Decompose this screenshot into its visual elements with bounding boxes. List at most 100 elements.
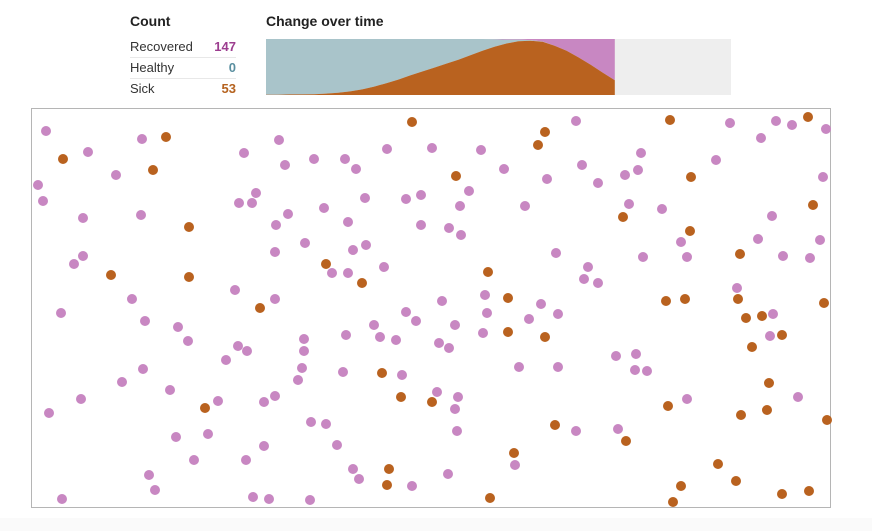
dot-recovered bbox=[805, 253, 815, 263]
dot-recovered bbox=[319, 203, 329, 213]
dot-recovered bbox=[138, 364, 148, 374]
dot-recovered bbox=[453, 392, 463, 402]
dot-recovered bbox=[111, 170, 121, 180]
dot-sick bbox=[509, 448, 519, 458]
dot-recovered bbox=[793, 392, 803, 402]
count-panel: Count Recovered 147 Healthy 0 Sick 53 bbox=[130, 12, 236, 99]
dot-recovered bbox=[127, 294, 137, 304]
dot-sick bbox=[764, 378, 774, 388]
dot-sick bbox=[731, 476, 741, 486]
simulation-area bbox=[31, 108, 832, 508]
dot-recovered bbox=[542, 174, 552, 184]
dot-sick bbox=[713, 459, 723, 469]
dot-sick bbox=[668, 497, 678, 507]
dot-sick bbox=[777, 489, 787, 499]
dot-recovered bbox=[251, 188, 261, 198]
dot-sick bbox=[735, 249, 745, 259]
dot-recovered bbox=[514, 362, 524, 372]
dot-sick bbox=[665, 115, 675, 125]
dot-recovered bbox=[765, 331, 775, 341]
dot-recovered bbox=[33, 180, 43, 190]
dot-recovered bbox=[510, 460, 520, 470]
dot-recovered bbox=[293, 375, 303, 385]
dot-recovered bbox=[551, 248, 561, 258]
dot-recovered bbox=[630, 365, 640, 375]
dot-sick bbox=[161, 132, 171, 142]
dot-recovered bbox=[351, 164, 361, 174]
dot-recovered bbox=[434, 338, 444, 348]
dot-sick bbox=[733, 294, 743, 304]
dot-recovered bbox=[83, 147, 93, 157]
dot-recovered bbox=[271, 220, 281, 230]
dot-recovered bbox=[144, 470, 154, 480]
dot-recovered bbox=[676, 237, 686, 247]
dot-sick bbox=[106, 270, 116, 280]
dot-recovered bbox=[452, 426, 462, 436]
dot-recovered bbox=[137, 134, 147, 144]
dot-sick bbox=[661, 296, 671, 306]
dot-recovered bbox=[299, 334, 309, 344]
dot-sick bbox=[736, 410, 746, 420]
dot-sick bbox=[58, 154, 68, 164]
dot-recovered bbox=[327, 268, 337, 278]
dot-recovered bbox=[259, 397, 269, 407]
dot-recovered bbox=[768, 309, 778, 319]
dot-recovered bbox=[767, 211, 777, 221]
dot-recovered bbox=[343, 217, 353, 227]
dot-recovered bbox=[482, 308, 492, 318]
dot-sick bbox=[483, 267, 493, 277]
dot-sick bbox=[255, 303, 265, 313]
count-row-recovered: Recovered 147 bbox=[130, 37, 236, 58]
dot-recovered bbox=[638, 252, 648, 262]
dot-recovered bbox=[56, 308, 66, 318]
dot-recovered bbox=[593, 178, 603, 188]
dot-sick bbox=[777, 330, 787, 340]
dot-sick bbox=[808, 200, 818, 210]
dot-sick bbox=[200, 403, 210, 413]
dot-sick bbox=[762, 405, 772, 415]
simulation-canvas bbox=[33, 112, 832, 507]
dot-recovered bbox=[657, 204, 667, 214]
dot-recovered bbox=[432, 387, 442, 397]
dot-recovered bbox=[280, 160, 290, 170]
count-label-recovered: Recovered bbox=[130, 39, 193, 54]
dot-recovered bbox=[821, 124, 831, 134]
dot-recovered bbox=[259, 441, 269, 451]
dot-recovered bbox=[299, 346, 309, 356]
dot-recovered bbox=[444, 343, 454, 353]
dot-recovered bbox=[221, 355, 231, 365]
dot-recovered bbox=[411, 316, 421, 326]
dot-recovered bbox=[76, 394, 86, 404]
dot-recovered bbox=[189, 455, 199, 465]
dot-recovered bbox=[416, 190, 426, 200]
dot-recovered bbox=[443, 469, 453, 479]
dot-recovered bbox=[401, 307, 411, 317]
dot-sick bbox=[451, 171, 461, 181]
dot-recovered bbox=[815, 235, 825, 245]
dot-recovered bbox=[270, 247, 280, 257]
dot-recovered bbox=[332, 440, 342, 450]
dot-recovered bbox=[38, 196, 48, 206]
dot-recovered bbox=[78, 213, 88, 223]
dot-recovered bbox=[536, 299, 546, 309]
dot-recovered bbox=[230, 285, 240, 295]
dot-sick bbox=[396, 392, 406, 402]
count-value-recovered: 147 bbox=[214, 39, 236, 54]
dot-recovered bbox=[624, 199, 634, 209]
dot-recovered bbox=[382, 144, 392, 154]
dot-recovered bbox=[771, 116, 781, 126]
dot-recovered bbox=[753, 234, 763, 244]
dot-recovered bbox=[234, 198, 244, 208]
count-label-sick: Sick bbox=[130, 81, 155, 96]
dot-recovered bbox=[571, 116, 581, 126]
dot-recovered bbox=[117, 377, 127, 387]
dot-recovered bbox=[41, 126, 51, 136]
dot-sick bbox=[148, 165, 158, 175]
dot-recovered bbox=[478, 328, 488, 338]
dot-recovered bbox=[247, 198, 257, 208]
dot-recovered bbox=[778, 251, 788, 261]
dot-recovered bbox=[297, 363, 307, 373]
dot-recovered bbox=[239, 148, 249, 158]
dot-recovered bbox=[379, 262, 389, 272]
dot-recovered bbox=[274, 135, 284, 145]
